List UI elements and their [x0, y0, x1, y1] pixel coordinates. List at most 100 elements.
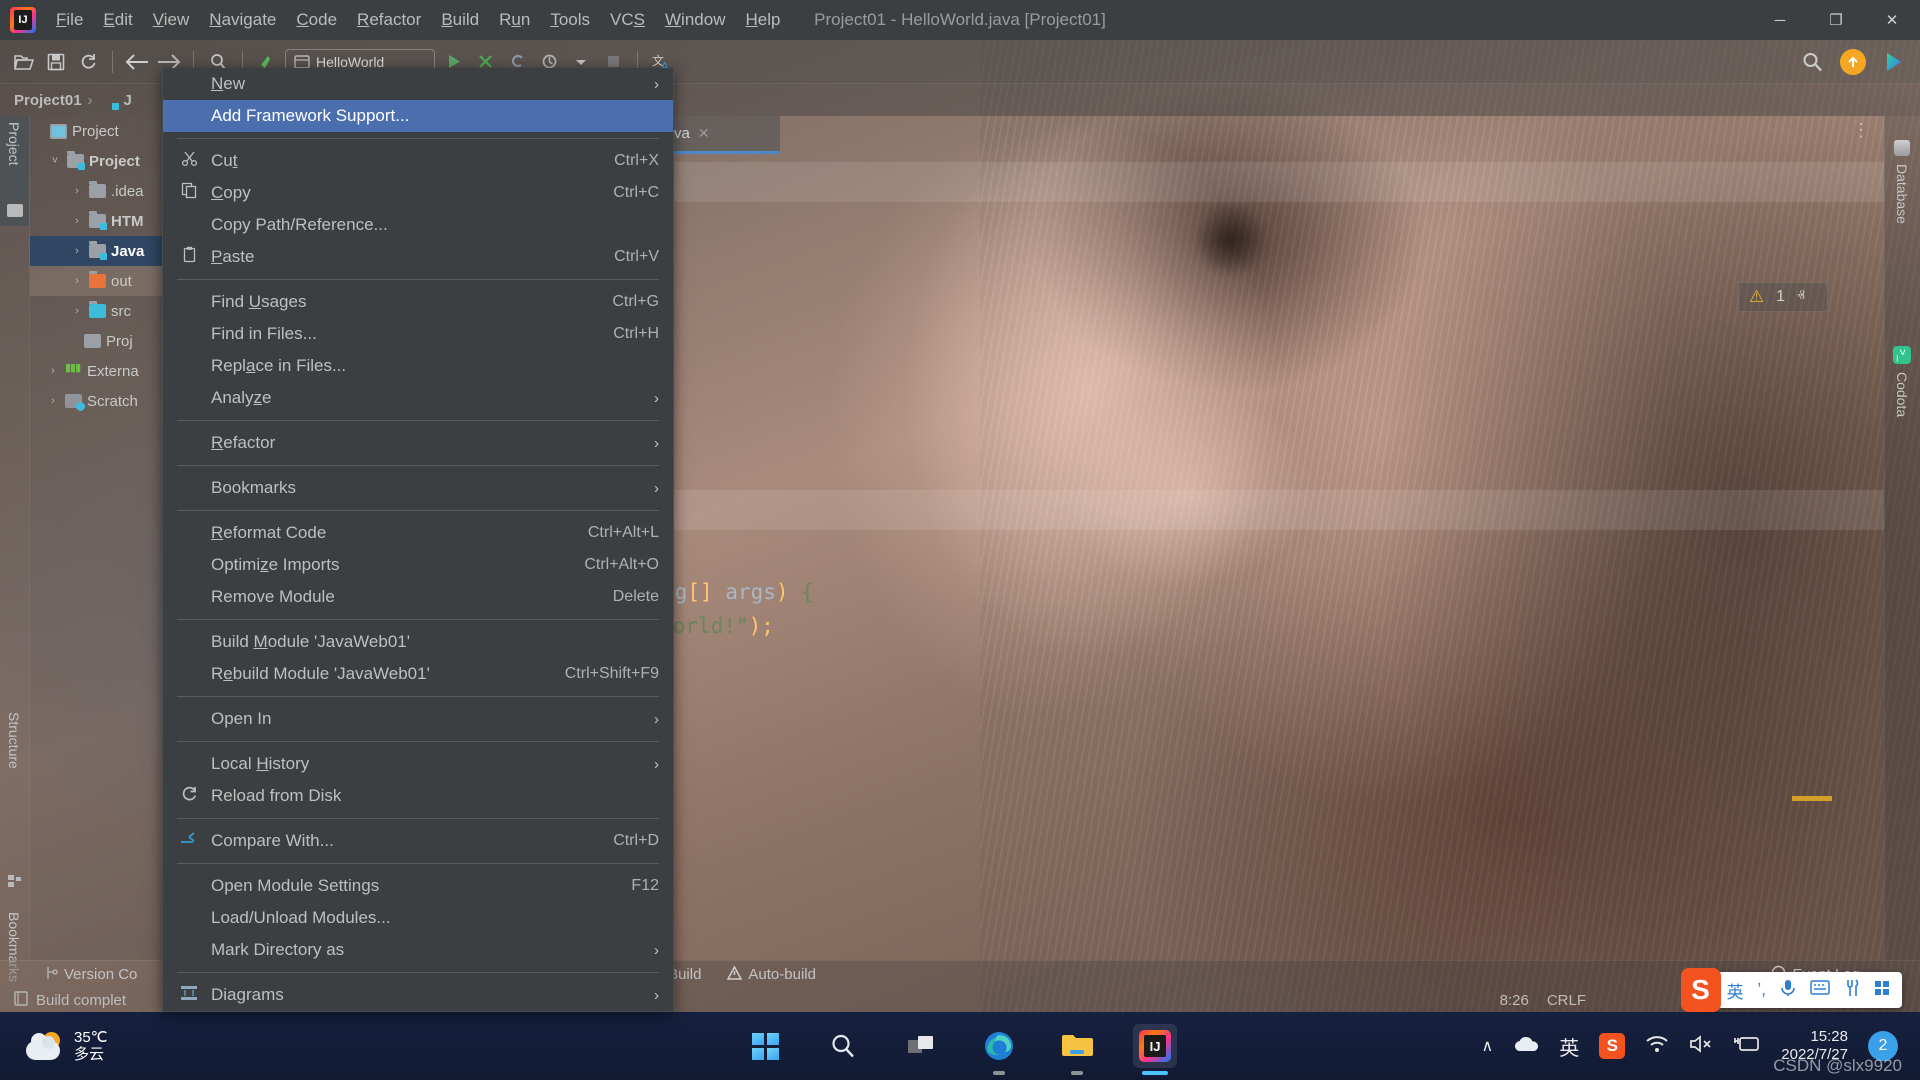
save-icon[interactable]	[42, 48, 70, 76]
menu-item-open-module-settings[interactable]: Open Module Settings F12	[163, 870, 673, 902]
menu-item-find-usages[interactable]: Find Usages Ctrl+G	[163, 286, 673, 318]
open-folder-icon[interactable]	[10, 48, 38, 76]
chevron-down-icon[interactable]: ˅	[48, 155, 62, 167]
keyboard-icon[interactable]	[1810, 980, 1830, 1000]
editor-tab-helloworld[interactable]: va ✕	[660, 116, 780, 154]
menu-item-mark-directory-as[interactable]: Mark Directory as ›	[163, 934, 673, 966]
menu-navigate[interactable]: Navigate	[199, 6, 286, 34]
scissors-icon	[179, 150, 199, 172]
menu-tools[interactable]: Tools	[540, 6, 600, 34]
weather-condition: 多云	[74, 1046, 108, 1063]
file-explorer-button[interactable]	[1055, 1024, 1099, 1068]
menu-item-open-in[interactable]: Open In ›	[163, 703, 673, 735]
maximize-button[interactable]: ❐	[1808, 0, 1864, 40]
menu-item-diagrams[interactable]: Diagrams ›	[163, 979, 673, 1011]
toolbox-icon[interactable]	[1844, 979, 1860, 1002]
menu-item-load-unload-modules[interactable]: Load/Unload Modules...	[163, 902, 673, 934]
tree-node-label: Externa	[87, 363, 139, 380]
sogou-tray-icon[interactable]: S	[1599, 1033, 1625, 1059]
inspection-widget: ⚠ 1 ⱏ ⱟ	[1738, 282, 1828, 312]
weather-widget[interactable]: 35℃ 多云	[0, 1029, 108, 1064]
menu-item-bookmarks[interactable]: Bookmarks ›	[163, 472, 673, 504]
sync-icon[interactable]	[74, 48, 102, 76]
previous-problem-icon[interactable]: ⱏ	[1797, 288, 1805, 306]
sogou-logo-icon[interactable]: S	[1681, 968, 1721, 1012]
menu-view[interactable]: View	[143, 6, 200, 34]
menu-item-remove-module[interactable]: Remove Module Delete	[163, 581, 673, 613]
menu-help[interactable]: Help	[735, 6, 790, 34]
menu-item-optimize-imports[interactable]: Optimize Imports Ctrl+Alt+O	[163, 549, 673, 581]
chevron-right-icon[interactable]: ›	[70, 275, 84, 287]
menu-build[interactable]: Build	[431, 6, 489, 34]
tool-window-label-project: Project	[6, 122, 22, 166]
menu-file[interactable]: File	[46, 6, 93, 34]
menu-item-build-module[interactable]: Build Module 'JavaWeb01'	[163, 626, 673, 658]
menu-item-paste[interactable]: Paste Ctrl+V	[163, 241, 673, 273]
minimize-button[interactable]: ─	[1752, 0, 1808, 40]
menu-icon[interactable]	[1874, 980, 1890, 1001]
menu-item-add-framework-support[interactable]: Add Framework Support...	[163, 100, 673, 132]
menu-item-compare-with[interactable]: Compare With... Ctrl+D	[163, 825, 673, 857]
task-view-button[interactable]	[899, 1024, 943, 1068]
sidebar-item-database[interactable]: Database	[1884, 132, 1920, 322]
menu-edit[interactable]: Edit	[93, 6, 142, 34]
menu-item-copy[interactable]: Copy Ctrl+C	[163, 177, 673, 209]
right-tool-window-bar: Database >_ Codota	[1884, 116, 1920, 960]
menu-run[interactable]: Run	[489, 6, 540, 34]
charging-battery-icon[interactable]	[1733, 1036, 1761, 1057]
voice-input-icon[interactable]	[1780, 979, 1796, 1002]
folder-icon	[89, 184, 106, 198]
menu-item-local-history[interactable]: Local History ›	[163, 748, 673, 780]
breadcrumb-project[interactable]: Project01	[14, 92, 82, 109]
menu-item-shortcut: Delete	[589, 588, 659, 606]
menu-item-cut[interactable]: Cut Ctrl+X	[163, 145, 673, 177]
menu-item-refactor[interactable]: Refactor ›	[163, 427, 673, 459]
search-button[interactable]	[821, 1024, 865, 1068]
menu-item-copy-path-reference[interactable]: Copy Path/Reference...	[163, 209, 673, 241]
tray-chevron-icon[interactable]: ∧	[1482, 1036, 1494, 1056]
caret-position[interactable]: 8:26	[1500, 992, 1529, 1009]
tool-window-version-control[interactable]: Version Co	[46, 966, 137, 984]
menu-item-rebuild-module[interactable]: Rebuild Module 'JavaWeb01' Ctrl+Shift+F9	[163, 658, 673, 690]
menu-item-replace-in-files[interactable]: Replace in Files...	[163, 350, 673, 382]
sidebar-item-codota[interactable]: >_ Codota	[1884, 338, 1920, 498]
editor-options-icon[interactable]: ⋮	[1852, 124, 1870, 136]
wifi-icon[interactable]	[1645, 1035, 1669, 1058]
menu-code[interactable]: Code	[286, 6, 347, 34]
sidebar-item-structure[interactable]: Structure	[0, 706, 29, 836]
intellij-button[interactable]: IJ	[1133, 1024, 1177, 1068]
chevron-right-icon[interactable]: ›	[70, 215, 84, 227]
punctuation-icon[interactable]: ʼ,	[1758, 980, 1767, 1000]
search-icon[interactable]	[1798, 48, 1826, 76]
chevron-right-icon[interactable]: ›	[70, 245, 84, 257]
update-icon[interactable]	[1840, 49, 1866, 75]
onedrive-icon[interactable]	[1513, 1035, 1539, 1058]
menu-item-reload-from-disk[interactable]: Reload from Disk	[163, 780, 673, 812]
close-icon[interactable]: ✕	[698, 125, 710, 142]
menu-item-new[interactable]: New ›	[163, 68, 673, 100]
menu-vcs[interactable]: VCS	[600, 6, 655, 34]
codota-icon[interactable]	[1880, 48, 1908, 76]
tool-window-auto-build[interactable]: Auto-build	[727, 966, 816, 984]
edge-button[interactable]	[977, 1024, 1021, 1068]
ime-language-indicator[interactable]: 英	[1559, 1032, 1579, 1061]
chevron-right-icon[interactable]: ›	[46, 365, 60, 377]
menu-item-reformat-code[interactable]: Reformat Code Ctrl+Alt+L	[163, 517, 673, 549]
menu-window[interactable]: Window	[655, 6, 735, 34]
muted-volume-icon[interactable]	[1689, 1035, 1713, 1058]
chevron-right-icon[interactable]: ›	[70, 185, 84, 197]
line-separator[interactable]: CRLF	[1547, 992, 1586, 1009]
menu-item-label: Copy Path/Reference...	[211, 215, 388, 235]
menu-item-label: Open Module Settings	[211, 876, 379, 896]
back-arrow-icon[interactable]	[123, 48, 151, 76]
menu-refactor[interactable]: Refactor	[347, 6, 431, 34]
menu-item-find-in-files[interactable]: Find in Files... Ctrl+H	[163, 318, 673, 350]
menu-item-analyze[interactable]: Analyze ›	[163, 382, 673, 414]
chevron-right-icon[interactable]: ›	[46, 395, 60, 407]
breadcrumb-module[interactable]: J	[124, 92, 132, 109]
close-button[interactable]: ✕	[1864, 0, 1920, 40]
chevron-right-icon[interactable]: ›	[70, 305, 84, 317]
chinese-toggle-icon[interactable]: 英	[1727, 978, 1744, 1003]
start-button[interactable]	[743, 1024, 787, 1068]
diagram-icon	[179, 985, 199, 1006]
